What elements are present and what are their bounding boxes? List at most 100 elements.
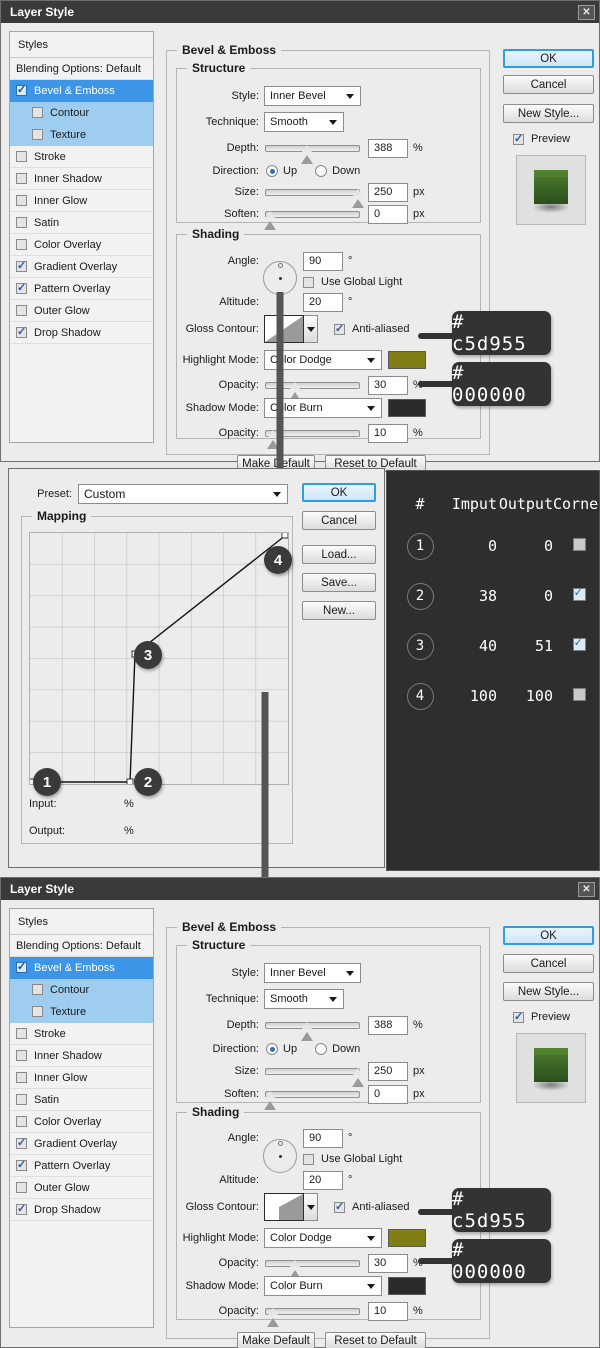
gloss-contour-picker[interactable]: [264, 1193, 318, 1221]
checkbox-icon[interactable]: [16, 1050, 27, 1061]
highlight-color-swatch[interactable]: [388, 351, 426, 369]
sidebar-item-contour[interactable]: Contour: [10, 102, 153, 124]
checkbox-icon[interactable]: [32, 1006, 43, 1017]
checkbox-icon[interactable]: [303, 276, 314, 288]
row-use-global-light[interactable]: Use Global Light: [303, 272, 402, 292]
slider-knob[interactable]: [301, 1020, 313, 1041]
slider-knob[interactable]: [267, 1306, 279, 1327]
checkbox-icon[interactable]: [16, 151, 27, 162]
checkbox-icon[interactable]: [16, 173, 27, 184]
checkbox-icon[interactable]: [16, 1202, 27, 1215]
reset-to-default-button[interactable]: Reset to Default: [325, 1332, 426, 1348]
sidebar-item-outer-glow[interactable]: Outer Glow: [10, 1177, 153, 1199]
sidebar-item-stroke[interactable]: Stroke: [10, 146, 153, 168]
shadow-opacity-slider[interactable]: [265, 1306, 360, 1327]
contour-cancel-button[interactable]: Cancel: [302, 511, 376, 530]
style-select[interactable]: Inner Bevel: [264, 86, 361, 106]
contour-new-button[interactable]: New...: [302, 601, 376, 620]
direction-radio-down[interactable]: Down: [315, 165, 360, 177]
slider-knob[interactable]: [352, 187, 364, 208]
sidebar-item-drop-shadow[interactable]: Drop Shadow: [10, 1199, 153, 1221]
checkbox-icon[interactable]: [572, 538, 586, 551]
sidebar-item-bevel-emboss[interactable]: Bevel & Emboss: [10, 80, 153, 102]
checkbox-icon[interactable]: [572, 585, 586, 601]
checkbox-icon[interactable]: [16, 1028, 27, 1039]
sidebar-item-color-overlay[interactable]: Color Overlay: [10, 1111, 153, 1133]
soften-input[interactable]: 0: [368, 1084, 408, 1104]
checkbox-icon[interactable]: [32, 984, 43, 995]
preview-checkbox[interactable]: Preview: [513, 132, 570, 145]
sidebar-item-blending-options[interactable]: Blending Options: Default: [10, 58, 153, 80]
sidebar-item-satin[interactable]: Satin: [10, 1089, 153, 1111]
checkbox-icon[interactable]: [32, 107, 43, 118]
slider-knob[interactable]: [264, 209, 276, 230]
sidebar-item-satin[interactable]: Satin: [10, 212, 153, 234]
checkbox-icon[interactable]: [303, 1153, 314, 1165]
checkbox-icon[interactable]: [32, 129, 43, 140]
ok-button[interactable]: OK: [503, 49, 594, 68]
gloss-contour-dropdown[interactable]: [304, 315, 318, 343]
slider-knob[interactable]: [352, 1066, 364, 1087]
checkbox-icon[interactable]: [16, 259, 27, 272]
sidebar-item-outer-glow[interactable]: Outer Glow: [10, 300, 153, 322]
direction-radio-up[interactable]: Up: [266, 1043, 297, 1055]
style-select[interactable]: Inner Bevel: [264, 963, 361, 983]
shadow-opacity-input[interactable]: 10: [368, 423, 408, 443]
checkbox-icon[interactable]: [16, 195, 27, 206]
highlight-opacity-slider[interactable]: [265, 1258, 360, 1279]
checkbox-icon[interactable]: [572, 688, 586, 701]
soften-slider[interactable]: [264, 1089, 360, 1110]
checkbox-icon[interactable]: [16, 217, 27, 228]
size-slider[interactable]: [265, 1066, 364, 1087]
sidebar-item-blending-options[interactable]: Blending Options: Default: [10, 935, 153, 957]
sidebar-item-drop-shadow[interactable]: Drop Shadow: [10, 322, 153, 344]
checkbox-icon[interactable]: [572, 635, 586, 651]
highlight-color-swatch[interactable]: [388, 1229, 426, 1247]
technique-select[interactable]: Smooth: [264, 989, 344, 1009]
sidebar-item-texture[interactable]: Texture: [10, 124, 153, 146]
direction-radio-up[interactable]: Up: [266, 165, 297, 177]
sidebar-item-inner-shadow[interactable]: Inner Shadow: [10, 1045, 153, 1067]
technique-select[interactable]: Smooth: [264, 112, 344, 132]
depth-input[interactable]: 388: [368, 138, 408, 158]
sidebar-item-pattern-overlay[interactable]: Pattern Overlay: [10, 278, 153, 300]
depth-slider[interactable]: [265, 143, 360, 164]
soften-input[interactable]: 0: [368, 204, 408, 224]
size-input[interactable]: 250: [368, 1061, 408, 1081]
checkbox-icon[interactable]: [16, 960, 27, 973]
ok-button[interactable]: OK: [503, 926, 594, 945]
shadow-mode-select[interactable]: Color Burn: [264, 1276, 382, 1296]
soften-slider[interactable]: [264, 209, 360, 230]
checkbox-icon[interactable]: [513, 1010, 524, 1023]
depth-slider[interactable]: [265, 1020, 360, 1041]
radio-icon[interactable]: [266, 1043, 278, 1055]
preset-select[interactable]: Custom: [78, 484, 288, 504]
checkbox-icon[interactable]: [16, 1094, 27, 1105]
sidebar-item-pattern-overlay[interactable]: Pattern Overlay: [10, 1155, 153, 1177]
close-icon[interactable]: ✕: [578, 4, 595, 20]
radio-icon[interactable]: [315, 1043, 328, 1055]
angle-input[interactable]: 90: [303, 251, 343, 271]
anti-aliased-checkbox[interactable]: Anti-aliased: [334, 1200, 409, 1213]
dial-handle[interactable]: [278, 1141, 283, 1146]
checkbox-icon[interactable]: [16, 325, 27, 338]
sidebar-item-color-overlay[interactable]: Color Overlay: [10, 234, 153, 256]
altitude-input[interactable]: 20: [303, 292, 343, 312]
shadow-color-swatch[interactable]: [388, 1277, 426, 1295]
checkbox-icon[interactable]: [16, 1072, 27, 1083]
sidebar-item-bevel-emboss[interactable]: Bevel & Emboss: [10, 957, 153, 979]
checkbox-icon[interactable]: [334, 322, 345, 335]
slider-knob[interactable]: [301, 143, 313, 164]
angle-dial[interactable]: [263, 261, 297, 295]
sidebar-item-stroke[interactable]: Stroke: [10, 1023, 153, 1045]
contour-load-button[interactable]: Load...: [302, 545, 376, 564]
preview-checkbox[interactable]: Preview: [513, 1010, 570, 1023]
cancel-button[interactable]: Cancel: [503, 75, 594, 94]
dial-handle[interactable]: [278, 263, 283, 268]
sidebar-item-gradient-overlay[interactable]: Gradient Overlay: [10, 1133, 153, 1155]
contour-save-button[interactable]: Save...: [302, 573, 376, 592]
new-style-button[interactable]: New Style...: [503, 104, 594, 123]
gloss-contour-thumbnail[interactable]: [264, 1193, 304, 1221]
highlight-opacity-input[interactable]: 30: [368, 1253, 408, 1273]
slider-knob[interactable]: [264, 1089, 276, 1110]
